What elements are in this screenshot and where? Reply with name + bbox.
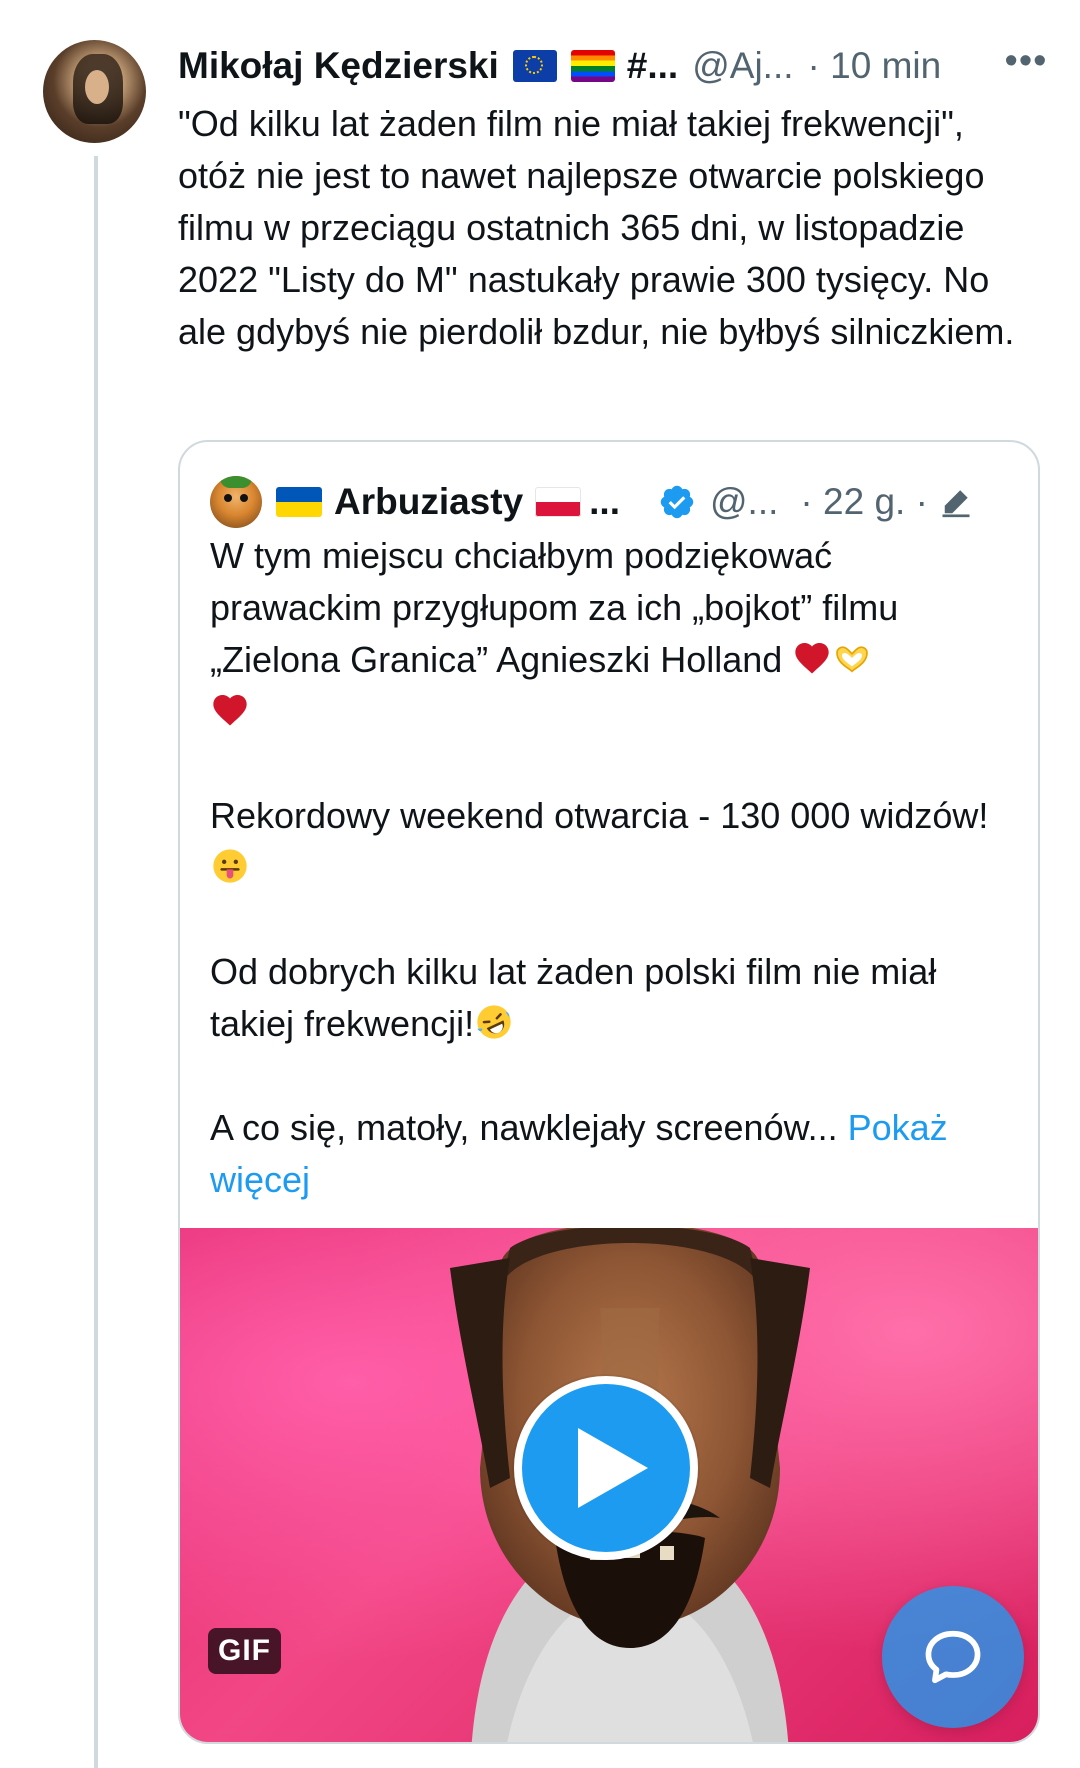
thread-line [94,156,98,1768]
verified-badge-icon [660,485,694,519]
tweet-header: Mikołaj Kędzierski #... @Aj... · 10 min … [178,38,1048,94]
avatar-face [85,70,109,104]
messages-fab-button[interactable] [882,1586,1024,1728]
rainbow-flag-icon [570,50,615,82]
play-button[interactable] [514,1376,698,1560]
quoted-author-name-suffix: ... [589,481,620,522]
rolling-laughing-icon [477,1005,511,1039]
play-icon [578,1428,648,1508]
quoted-paragraph-4: A co się, matoły, nawklejały screenów... [210,1107,838,1148]
poland-flag-icon [535,487,582,517]
quoted-tweet-text: W tym miejscu chciałbym podziękować praw… [210,530,1010,1206]
heart-hands-icon [836,646,869,673]
author-avatar[interactable] [43,40,146,143]
gif-badge: GIF [208,1628,281,1674]
author-name[interactable]: Mikołaj Kędzierski [178,45,499,87]
more-options-icon[interactable]: ••• [1004,42,1048,84]
red-heart-icon-2 [213,695,247,726]
eu-flag-icon [512,50,557,82]
author-handle[interactable]: @Aj... [692,45,793,87]
quoted-tweet-card[interactable]: Arbuziasty ... @... · 22 g. · W tym miej… [178,440,1040,1744]
quoted-paragraph-2: Rekordowy weekend otwarcia - 130 000 wid… [210,795,989,836]
quoted-author-handle: @... [710,481,779,522]
quoted-paragraph-3: Od dobrych kilku lat żaden polski film n… [210,951,947,1044]
ukraine-flag-icon [276,487,322,517]
tongue-face-icon [213,849,247,883]
red-heart-icon [795,643,829,674]
quoted-author-name: Arbuziasty [334,481,524,522]
tweet-text: "Od kilku lat żaden film nie miał takiej… [178,103,1015,352]
tweet-time[interactable]: · 10 min [808,45,942,87]
quoted-tweet-time: · 22 g. · [800,481,928,522]
quoted-author-avatar [210,476,262,528]
author-name-suffix: #... [626,45,679,86]
edited-pencil-icon [942,490,970,518]
quoted-tweet-header: Arbuziasty ... @... · 22 g. · [210,476,1010,528]
chat-bubble-icon [925,1630,981,1684]
